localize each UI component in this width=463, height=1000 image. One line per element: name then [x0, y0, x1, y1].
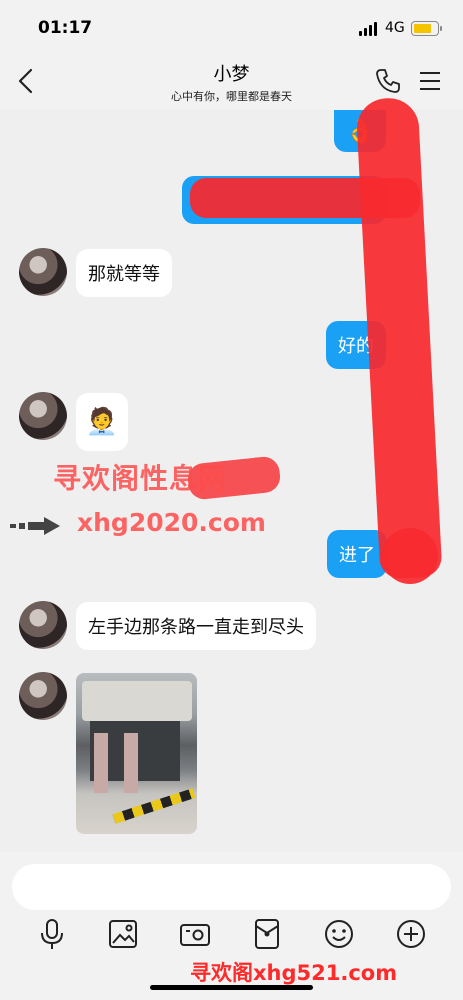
redaction-mark — [190, 178, 420, 218]
arrow-right-icon — [10, 517, 60, 535]
watermark-url: xhg2020.com — [77, 508, 266, 537]
image-icon[interactable] — [105, 916, 141, 952]
signal-icon — [359, 22, 377, 36]
message-text: 🧑‍💼 — [85, 407, 119, 437]
status-time: 01:17 — [38, 18, 93, 38]
microphone-icon[interactable] — [34, 916, 70, 952]
menu-icon[interactable] — [417, 68, 443, 94]
message-bubble-in[interactable]: 左手边那条路一直走到尽头 — [76, 602, 316, 650]
emoji-icon[interactable] — [321, 916, 357, 952]
watermark-text: 寻欢阁性息网 — [53, 462, 228, 495]
contact-avatar[interactable] — [19, 672, 67, 720]
contact-avatar[interactable] — [19, 392, 67, 440]
status-bar: 01:17 4G — [0, 0, 463, 52]
battery-icon — [411, 21, 442, 36]
watermark-bottom: 寻欢阁xhg521.com — [190, 961, 398, 985]
phone-icon[interactable] — [374, 67, 402, 95]
message-bubble-in[interactable]: 那就等等 — [76, 249, 172, 297]
network-type: 4G — [385, 20, 405, 36]
contact-avatar[interactable] — [19, 248, 67, 296]
message-text: 左手边那条路一直走到尽头 — [88, 617, 304, 638]
red-packet-icon[interactable] — [249, 916, 285, 952]
plus-icon[interactable] — [393, 916, 429, 952]
redaction-mark — [382, 528, 438, 584]
image-message[interactable] — [76, 673, 197, 834]
message-input[interactable] — [12, 864, 451, 910]
message-text: 进了 — [339, 545, 375, 566]
camera-icon[interactable] — [177, 916, 213, 952]
contact-avatar[interactable] — [19, 601, 67, 649]
message-bubble-in[interactable]: 🧑‍💼 — [76, 393, 128, 451]
message-text: 那就等等 — [88, 264, 160, 285]
